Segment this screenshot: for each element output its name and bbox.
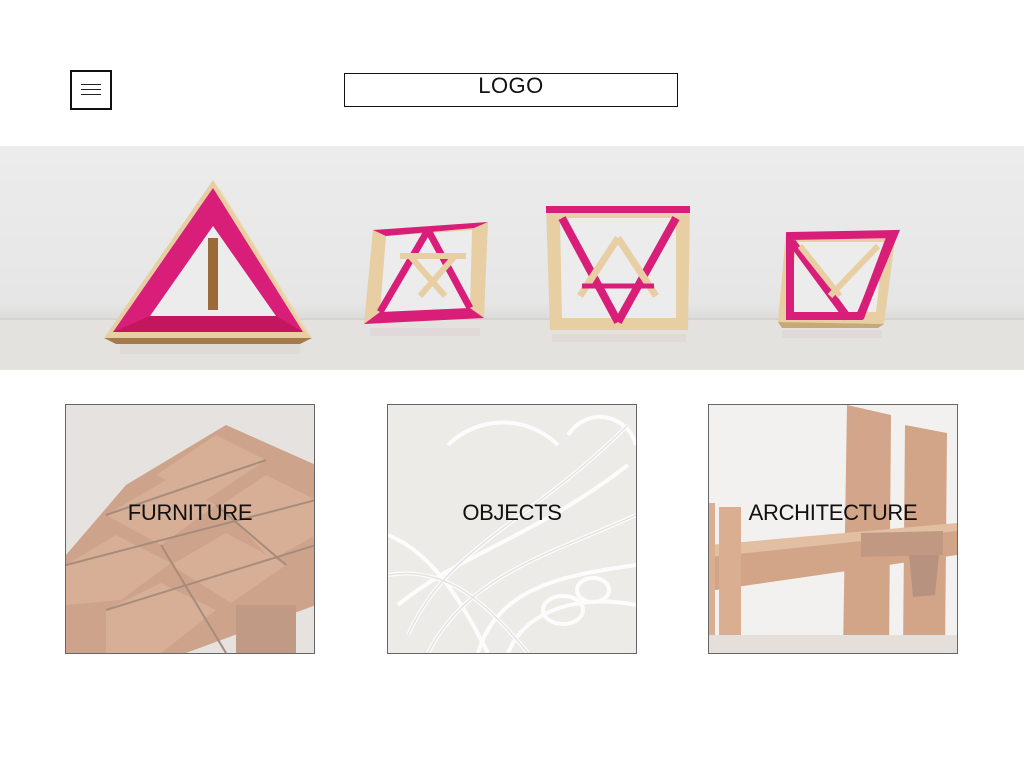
menu-button[interactable] bbox=[70, 70, 112, 110]
sculptures-illustration bbox=[0, 180, 1024, 370]
wooden-frame-structure bbox=[709, 405, 957, 653]
category-label: ARCHITECTURE bbox=[748, 500, 918, 525]
category-label: OBJECTS bbox=[462, 500, 562, 525]
category-card-furniture[interactable]: FURNITURE bbox=[65, 404, 315, 654]
octahedron-sculpture-large bbox=[546, 206, 690, 330]
octahedron-sculpture-right bbox=[778, 229, 901, 328]
hamburger-menu-icon-line bbox=[81, 94, 101, 95]
page: LOGO FURNITURE OBJECTS ARCHITECTURE bbox=[0, 0, 1024, 768]
white-wire-sculpture bbox=[388, 405, 636, 653]
octahedron-sculpture-small bbox=[364, 222, 488, 324]
wooden-bench-closeup bbox=[66, 405, 314, 653]
triangle-sculpture bbox=[104, 180, 312, 344]
category-card-objects[interactable]: OBJECTS bbox=[387, 404, 637, 654]
hamburger-menu-icon-line bbox=[81, 89, 101, 90]
hamburger-menu-icon bbox=[81, 84, 101, 85]
hero-image bbox=[0, 146, 1024, 370]
category-label: FURNITURE bbox=[127, 500, 253, 525]
logo-link[interactable]: LOGO bbox=[344, 73, 678, 107]
logo-text: LOGO bbox=[478, 73, 544, 98]
category-card-architecture[interactable]: ARCHITECTURE bbox=[708, 404, 958, 654]
